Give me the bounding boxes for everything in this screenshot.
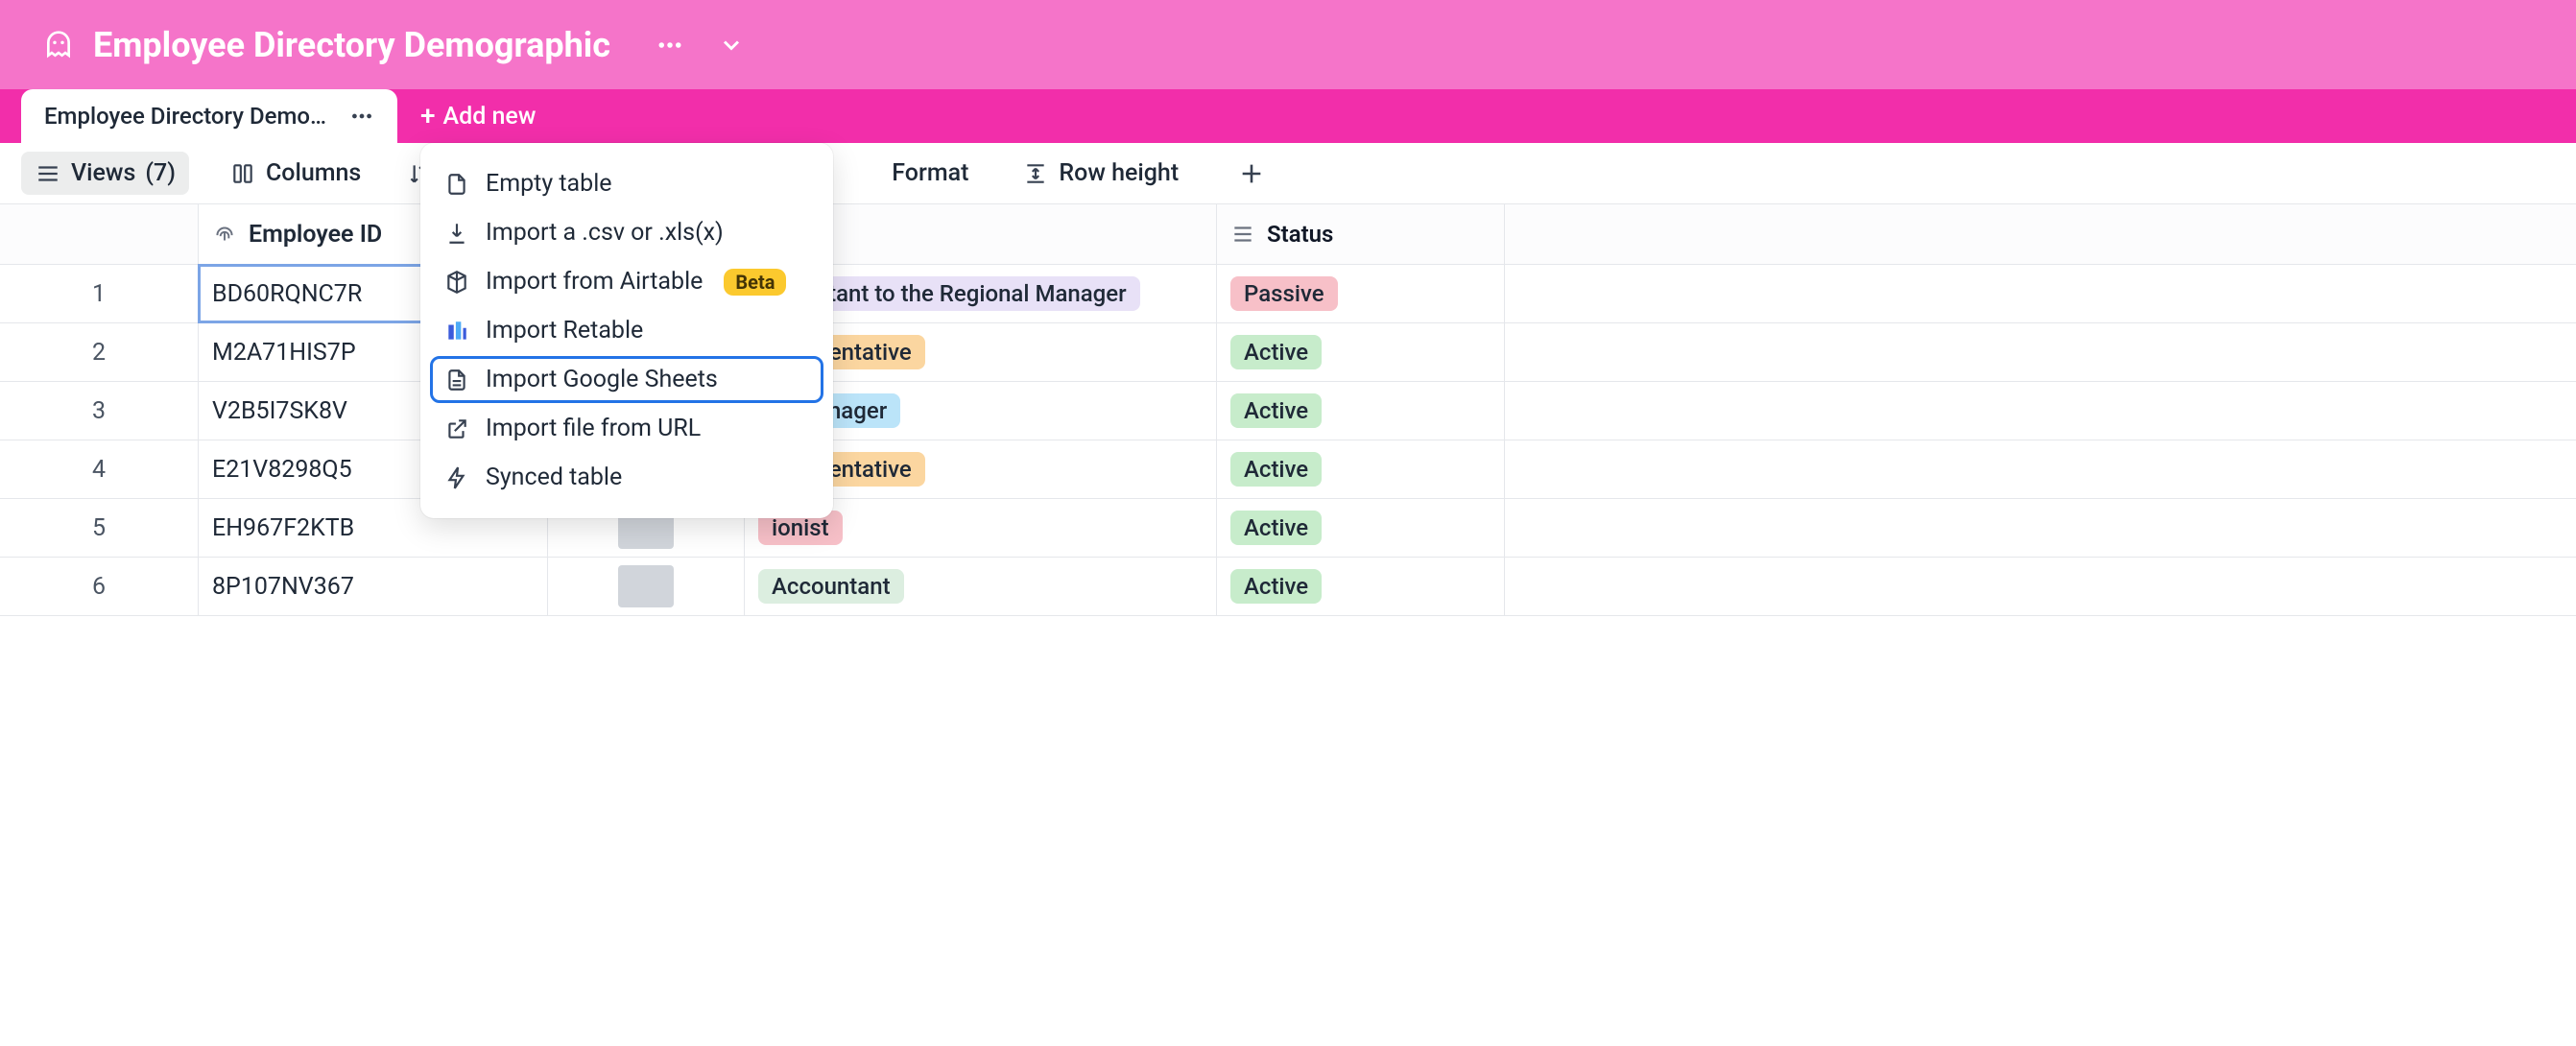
menu-item-label: Import file from URL (486, 415, 701, 442)
beta-badge: Beta (724, 269, 786, 296)
columns-icon (229, 160, 256, 187)
menu-item-cube[interactable]: Import from Airtable Beta (430, 258, 823, 305)
table-row: 4E21V8298Q5epresentativeActive (0, 440, 2576, 499)
row-number[interactable]: 1 (0, 265, 199, 322)
columns-button[interactable]: Columns (216, 152, 374, 195)
format-label: Format (892, 159, 968, 187)
cube-icon (443, 269, 470, 296)
menu-item-label: Import from Airtable (486, 268, 703, 296)
data-grid: Employee ID Status 1BD60RQNC7RAssistant … (0, 204, 2576, 616)
row-number[interactable]: 5 (0, 499, 199, 557)
plus-icon: + (420, 103, 436, 130)
status-badge: Active (1230, 452, 1322, 487)
menu-item-download[interactable]: Import a .csv or .xls(x) (430, 209, 823, 256)
add-column-button[interactable] (1238, 160, 1265, 187)
app-header: Employee Directory Demographic (0, 0, 2576, 89)
download-icon (443, 220, 470, 247)
table-row: 3V2B5I7SK8Val ManagerActive (0, 382, 2576, 440)
cell-job-title[interactable]: Accountant (745, 558, 1217, 615)
cell-status[interactable]: Active (1217, 499, 1505, 557)
cell-status[interactable]: Active (1217, 323, 1505, 381)
table-row: 68P107NV367 Accountant Active (0, 558, 2576, 616)
row-height-label: Row height (1059, 159, 1179, 187)
status-badge: Active (1230, 335, 1322, 369)
job-title-badge: Accountant (758, 569, 904, 604)
tab-active[interactable]: Employee Directory Demog... (21, 89, 397, 143)
cell-employee-id[interactable]: 8P107NV367 (199, 558, 548, 615)
menu-item-label: Import Google Sheets (486, 366, 718, 393)
header-status-label: Status (1267, 221, 1333, 248)
header-rownum (0, 204, 199, 264)
views-count: (7) (145, 159, 176, 187)
add-new-tab-button[interactable]: + Add new (420, 89, 536, 143)
toolbar: Views (7) Columns Format Row height (0, 143, 2576, 204)
retable-icon (443, 318, 470, 345)
header-employee-id-label: Employee ID (249, 221, 382, 249)
menu-item-file[interactable]: Empty table (430, 160, 823, 207)
status-badge: Active (1230, 511, 1322, 545)
chevron-down-icon[interactable] (712, 26, 751, 64)
avatar (618, 565, 674, 607)
menu-item-sheet[interactable]: Import Google Sheets (430, 356, 823, 403)
menu-item-bolt[interactable]: Synced table (430, 454, 823, 501)
menu-item-label: Empty table (486, 170, 612, 198)
menu-item-link-ext[interactable]: Import file from URL (430, 405, 823, 452)
cell-status[interactable]: Active (1217, 440, 1505, 498)
row-height-icon (1022, 160, 1049, 187)
status-badge: Active (1230, 393, 1322, 428)
cell-status[interactable]: Active (1217, 558, 1505, 615)
menu-item-label: Import a .csv or .xls(x) (486, 219, 724, 247)
ghost-icon (43, 30, 74, 60)
cell-photo[interactable] (548, 558, 745, 615)
tab-label: Employee Directory Demog... (44, 103, 332, 130)
format-button[interactable]: Format (878, 152, 982, 195)
views-button[interactable]: Views (7) (21, 152, 189, 195)
status-badge: Passive (1230, 276, 1338, 311)
tab-more-icon[interactable] (349, 104, 374, 129)
hamburger-icon (35, 160, 61, 187)
table-row: 5EH967F2KTBionistActive (0, 499, 2576, 558)
table-row: 1BD60RQNC7RAssistant to the Regional Man… (0, 265, 2576, 323)
file-icon (443, 171, 470, 198)
tab-strip: Employee Directory Demog... + Add new (0, 89, 2576, 143)
table-row: 2M2A71HIS7PepresentativeActive (0, 323, 2576, 382)
fingerprint-icon (212, 222, 237, 247)
page-title: Employee Directory Demographic (93, 25, 610, 65)
status-badge: Active (1230, 569, 1322, 604)
row-number[interactable]: 6 (0, 558, 199, 615)
views-label: Views (71, 159, 135, 187)
columns-label: Columns (266, 159, 361, 187)
grid-header-row: Employee ID Status (0, 204, 2576, 265)
header-status[interactable]: Status (1217, 204, 1505, 264)
add-new-label: Add new (443, 103, 537, 131)
header-more-icon[interactable] (651, 26, 689, 64)
list-icon (1230, 222, 1255, 247)
sheet-icon (443, 367, 470, 393)
menu-item-label: Import Retable (486, 317, 643, 345)
bolt-icon (443, 464, 470, 491)
menu-item-retable[interactable]: Import Retable (430, 307, 823, 354)
row-number[interactable]: 2 (0, 323, 199, 381)
row-height-button[interactable]: Row height (1009, 152, 1192, 195)
cell-status[interactable]: Passive (1217, 265, 1505, 322)
cell-status[interactable]: Active (1217, 382, 1505, 440)
add-table-menu: Empty table Import a .csv or .xls(x) Impor… (420, 143, 833, 518)
menu-item-label: Synced table (486, 464, 622, 491)
row-number[interactable]: 4 (0, 440, 199, 498)
link-ext-icon (443, 416, 470, 442)
row-number[interactable]: 3 (0, 382, 199, 440)
